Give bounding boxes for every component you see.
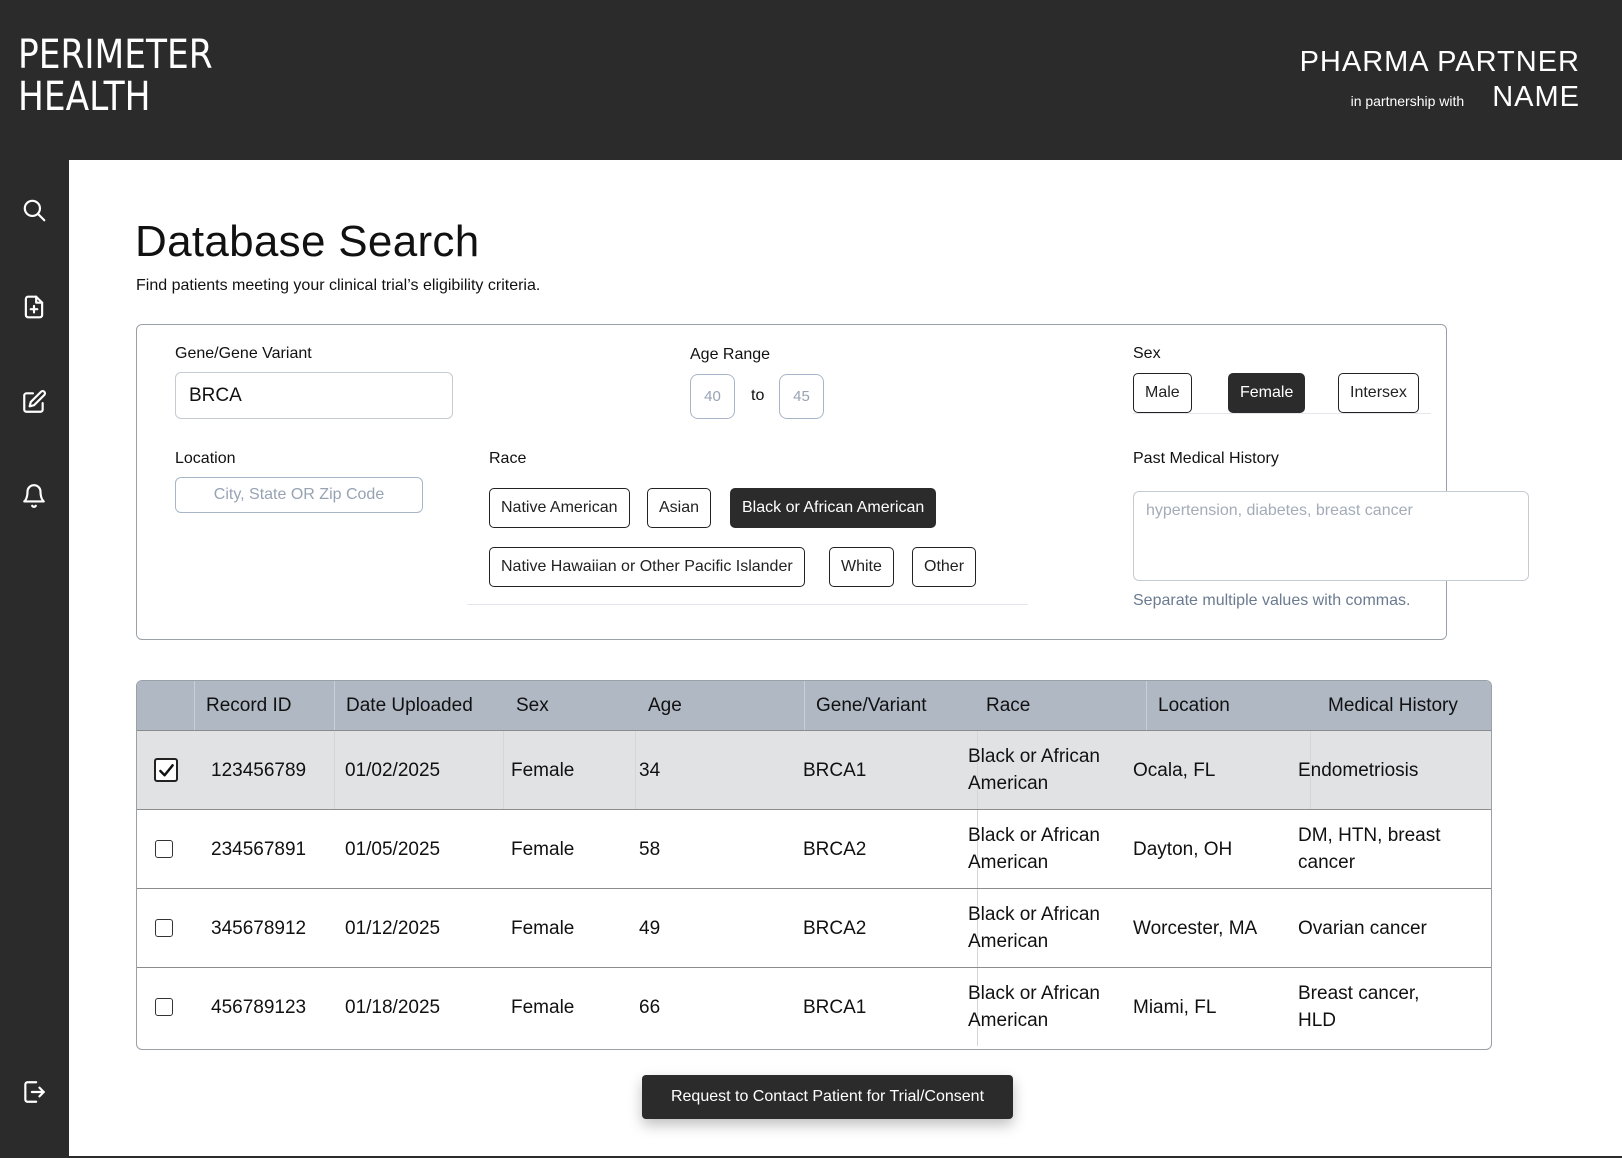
cell-record-id: 345678912 [211,917,307,939]
column-header-age[interactable]: Age [637,681,682,730]
race-option-native-american[interactable]: Native American [489,488,630,528]
cell-age: 66 [639,996,661,1018]
sex-label: Sex [1133,345,1161,362]
top-header: PERIMETER HEALTH PHARMA PARTNER in partn… [0,0,1622,160]
cell-location: Miami, FL [1133,996,1217,1018]
search-icon[interactable] [20,196,48,224]
cell-medical-history: Endometriosis [1298,759,1419,781]
logo-line-1: PERIMETER [18,32,213,78]
cell-gene: BRCA1 [803,996,867,1018]
location-label: Location [175,450,236,467]
cell-medical-history: Breast cancer, HLD [1298,983,1420,1031]
medical-history-textarea[interactable] [1133,491,1529,581]
table-row[interactable]: 345678912 01/12/2025 Female 49 BRCA2 Bla… [137,888,1491,967]
cell-location: Dayton, OH [1133,838,1233,860]
row-checkbox-checked[interactable] [154,758,178,782]
cell-record-id: 234567891 [211,838,307,860]
cell-gene: BRCA2 [803,917,867,939]
cell-age: 34 [639,759,661,781]
bell-icon[interactable] [20,482,48,510]
column-header-sex[interactable]: Sex [505,681,549,730]
page-subtitle: Find patients meeting your clinical tria… [136,277,541,294]
row-checkbox[interactable] [155,840,173,858]
race-label: Race [489,450,527,467]
perimeter-health-logo[interactable]: PERIMETER HEALTH [18,34,213,118]
table-row[interactable]: 123456789 01/02/2025 Female 34 BRCA1 Bla… [137,730,1491,809]
location-input[interactable] [175,477,423,513]
race-option-asian[interactable]: Asian [647,488,712,528]
cell-sex: Female [511,917,575,939]
sex-option-intersex[interactable]: Intersex [1338,373,1419,413]
row-checkbox[interactable] [155,998,173,1016]
cell-date: 01/02/2025 [345,759,441,781]
sex-options-divider [1133,413,1431,414]
cell-age: 49 [639,917,661,939]
age-range-label: Age Range [690,346,771,363]
main-content: Database Search Find patients meeting yo… [69,160,1622,1156]
cell-location: Worcester, MA [1133,917,1258,939]
edit-icon[interactable] [20,388,48,416]
cell-sex: Female [511,838,575,860]
page-title: Database Search [135,217,480,266]
age-min-input[interactable]: 40 [690,374,735,419]
cell-medical-history: DM, HTN, breast cancer [1298,825,1441,873]
row-divider [334,731,335,809]
gene-label: Gene/Gene Variant [175,345,312,362]
logo-line-2: HEALTH [18,74,151,120]
cell-record-id: 456789123 [211,996,307,1018]
results-table: Record ID Date Uploaded Sex Age Gene/Var… [136,680,1492,1050]
row-divider [635,731,636,809]
table-header: Record ID Date Uploaded Sex Age Gene/Var… [137,681,1491,730]
column-header-medical-history[interactable]: Medical History [1317,681,1458,730]
race-options-divider [467,604,1028,605]
race-option-black-or-african-american[interactable]: Black or African American [730,488,937,528]
partner-branding: PHARMA PARTNER in partnership with NAME [1300,44,1580,114]
race-option-other[interactable]: Other [912,547,977,587]
cell-race: Black or African American [968,904,1100,952]
column-header-gene-variant[interactable]: Gene/Variant [805,681,927,730]
race-option-white[interactable]: White [829,547,894,587]
row-divider [503,731,504,809]
cell-race: Black or African American [968,825,1100,873]
cell-medical-history: Ovarian cancer [1298,917,1427,939]
cell-date: 01/12/2025 [345,917,441,939]
age-to-label: to [751,387,765,404]
cell-date: 01/18/2025 [345,996,441,1018]
partner-name-line-2: NAME [1492,81,1580,113]
cell-race: Black or African American [968,983,1100,1031]
cell-age: 58 [639,838,661,860]
sex-option-female[interactable]: Female [1228,373,1306,413]
request-contact-button[interactable]: Request to Contact Patient for Trial/Con… [642,1075,1013,1119]
cell-sex: Female [511,759,575,781]
cell-gene: BRCA2 [803,838,867,860]
row-checkbox[interactable] [155,919,173,937]
cell-gene: BRCA1 [803,759,867,781]
table-row[interactable]: 456789123 01/18/2025 Female 66 BRCA1 Bla… [137,967,1491,1046]
column-header-race[interactable]: Race [975,681,1030,730]
cell-race: Black or African American [968,746,1100,794]
checkmark-icon [159,764,174,777]
search-filters-card: Gene/Gene Variant Age Range 40 to 45 Sex… [136,324,1529,640]
sidebar-nav [0,160,69,1158]
partner-name-line-1: PHARMA PARTNER [1299,46,1580,78]
column-header-date-uploaded[interactable]: Date Uploaded [335,681,473,730]
column-header-record-id[interactable]: Record ID [195,681,292,730]
logout-icon[interactable] [20,1078,48,1106]
race-option-native-hawaiian[interactable]: Native Hawaiian or Other Pacific Islande… [489,547,805,587]
cell-date: 01/05/2025 [345,838,441,860]
age-max-input[interactable]: 45 [779,374,824,419]
cell-sex: Female [511,996,575,1018]
table-row[interactable]: 234567891 01/05/2025 Female 58 BRCA2 Bla… [137,809,1491,888]
cell-location: Ocala, FL [1133,759,1216,781]
file-add-icon[interactable] [20,293,48,321]
cell-record-id: 123456789 [211,759,307,781]
sex-option-male[interactable]: Male [1133,373,1192,413]
medical-history-label: Past Medical History [1133,450,1279,467]
gene-input[interactable] [175,372,453,419]
column-header-location[interactable]: Location [1147,681,1230,730]
medical-history-help-text: Separate multiple values with commas. [1133,592,1411,609]
partnership-caption: in partnership with [1350,93,1465,109]
